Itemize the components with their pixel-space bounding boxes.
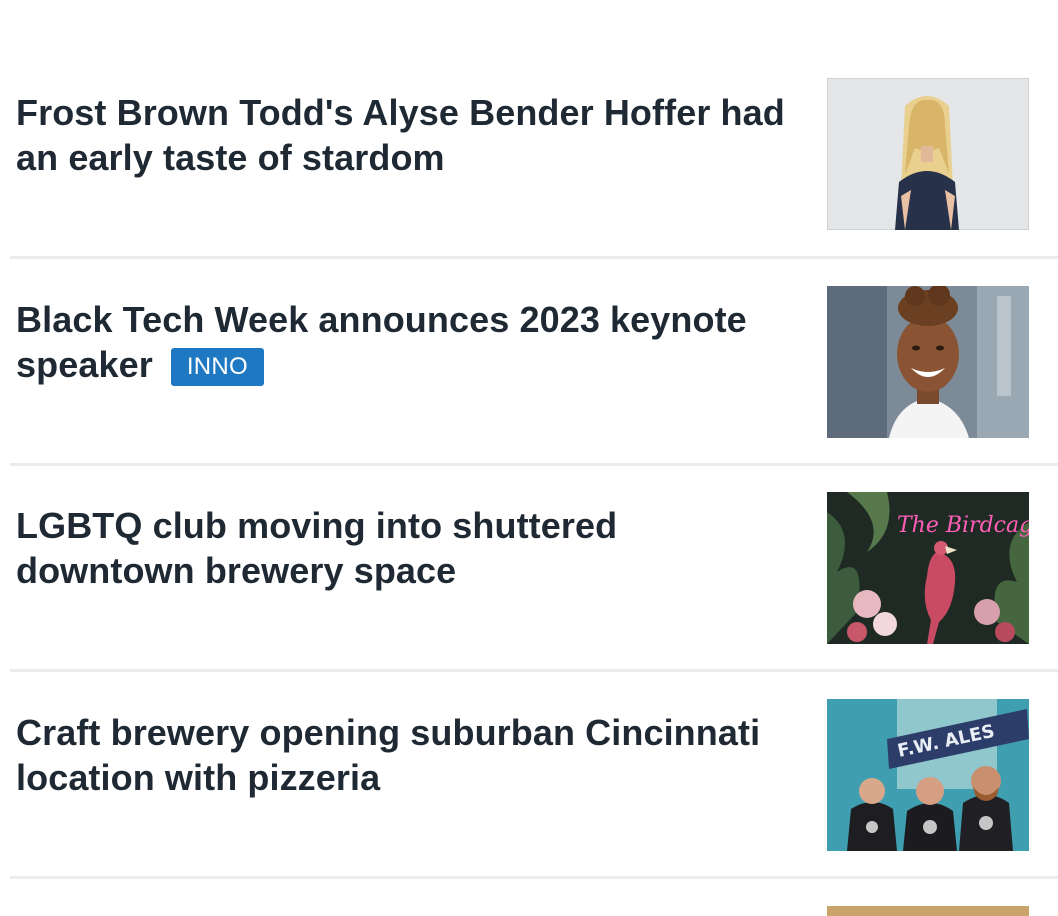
story-headline-text: Black Tech Week announces 2023 keynote s… — [16, 299, 747, 385]
story-headline-text: LGBTQ club moving into shuttered downtow… — [16, 505, 618, 591]
story-headline-4[interactable]: Craft brewery opening suburban Cincinnat… — [16, 710, 806, 800]
neon-sign-text: The Birdcage — [897, 513, 1029, 538]
story-headline-text: Frost Brown Todd's Alyse Bender Hoffer h… — [16, 92, 785, 178]
story-thumbnail-3[interactable]: The Birdcage — [827, 492, 1029, 644]
portrait-woman-smiling-photo — [827, 286, 1029, 438]
story-divider — [10, 876, 1058, 879]
inno-badge: INNO — [170, 348, 265, 386]
story-thumbnail-2[interactable] — [827, 286, 1029, 438]
story-thumbnail-4[interactable]: F.W. ALES — [827, 699, 1029, 851]
portrait-woman-blonde-photo — [827, 78, 1029, 230]
story-thumbnail-5[interactable] — [827, 906, 1029, 916]
story-divider — [10, 669, 1058, 672]
story-thumbnail-1[interactable] — [827, 78, 1029, 230]
story-headline-1[interactable]: Frost Brown Todd's Alyse Bender Hoffer h… — [16, 90, 806, 180]
story-divider — [10, 256, 1058, 259]
story-headline-3[interactable]: LGBTQ club moving into shuttered downtow… — [16, 503, 806, 593]
story-list: Frost Brown Todd's Alyse Bender Hoffer h… — [0, 0, 1058, 916]
brewery-owners-group-photo: F.W. ALES — [827, 699, 1029, 851]
story-divider — [10, 463, 1058, 466]
neon-sign-flamingo-mural-photo: The Birdcage — [827, 492, 1029, 644]
story-headline-2[interactable]: Black Tech Week announces 2023 keynote s… — [16, 297, 806, 387]
story-headline-text: Craft brewery opening suburban Cincinnat… — [16, 712, 761, 798]
